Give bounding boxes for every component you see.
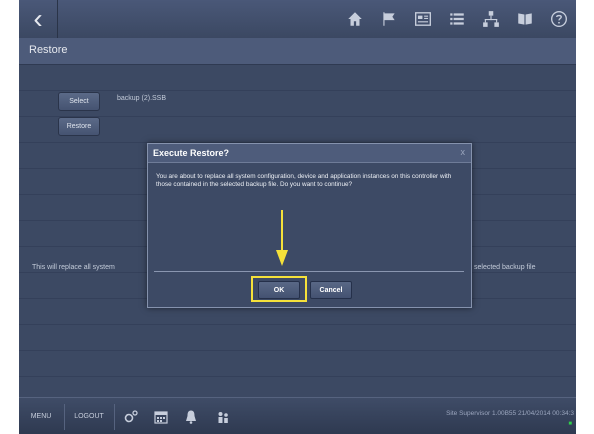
calendar-icon[interactable]	[147, 398, 175, 434]
status-text: Site Supervisor 1.00B55 21/04/2014 00:34…	[446, 410, 574, 417]
dialog-title: Execute Restore?	[153, 148, 230, 158]
help-icon[interactable]	[542, 0, 576, 38]
bottom-divider	[114, 404, 115, 430]
dialog-message: You are about to replace all system conf…	[156, 173, 452, 188]
home-icon[interactable]	[338, 0, 372, 38]
status-indicator-icon: ■	[568, 421, 572, 427]
chevron-left-icon: ‹	[33, 3, 43, 34]
dashboard-icon[interactable]	[406, 0, 440, 38]
app-window: ‹ Restore Select backup (2).SSB Restore …	[19, 0, 576, 434]
dialog-divider	[154, 271, 464, 272]
section-header: Restore	[19, 38, 576, 65]
ok-button[interactable]: OK	[258, 281, 300, 299]
top-toolbar: ‹	[19, 0, 576, 39]
execute-restore-dialog: Execute Restore? x You are about to repl…	[147, 143, 472, 308]
back-button[interactable]: ‹	[19, 0, 58, 38]
selected-filename: backup (2).SSB	[117, 95, 167, 102]
restore-button[interactable]: Restore	[58, 117, 100, 136]
list-icon[interactable]	[440, 0, 474, 38]
menu-button[interactable]: MENU	[19, 398, 63, 434]
arrow-down-icon	[276, 210, 288, 266]
bottom-toolbar: MENU LOGOUT Site Supervisor 1.00B55 21/0…	[19, 397, 576, 434]
users-icon[interactable]	[209, 398, 237, 434]
book-icon[interactable]	[508, 0, 542, 38]
dialog-titlebar: Execute Restore? x	[148, 144, 471, 163]
top-icon-group	[338, 0, 576, 38]
page-title: Restore	[29, 44, 68, 56]
gear-icon[interactable]	[117, 398, 145, 434]
flag-icon[interactable]	[372, 0, 406, 38]
bell-icon[interactable]	[177, 398, 205, 434]
select-button[interactable]: Select	[58, 92, 100, 111]
logout-button[interactable]: LOGOUT	[65, 398, 113, 434]
cancel-button[interactable]: Cancel	[310, 281, 352, 299]
background-description: This will replace all system	[32, 264, 115, 271]
close-icon[interactable]: x	[461, 147, 466, 157]
network-icon[interactable]	[474, 0, 508, 38]
background-description-tail: selected backup file	[474, 264, 536, 271]
